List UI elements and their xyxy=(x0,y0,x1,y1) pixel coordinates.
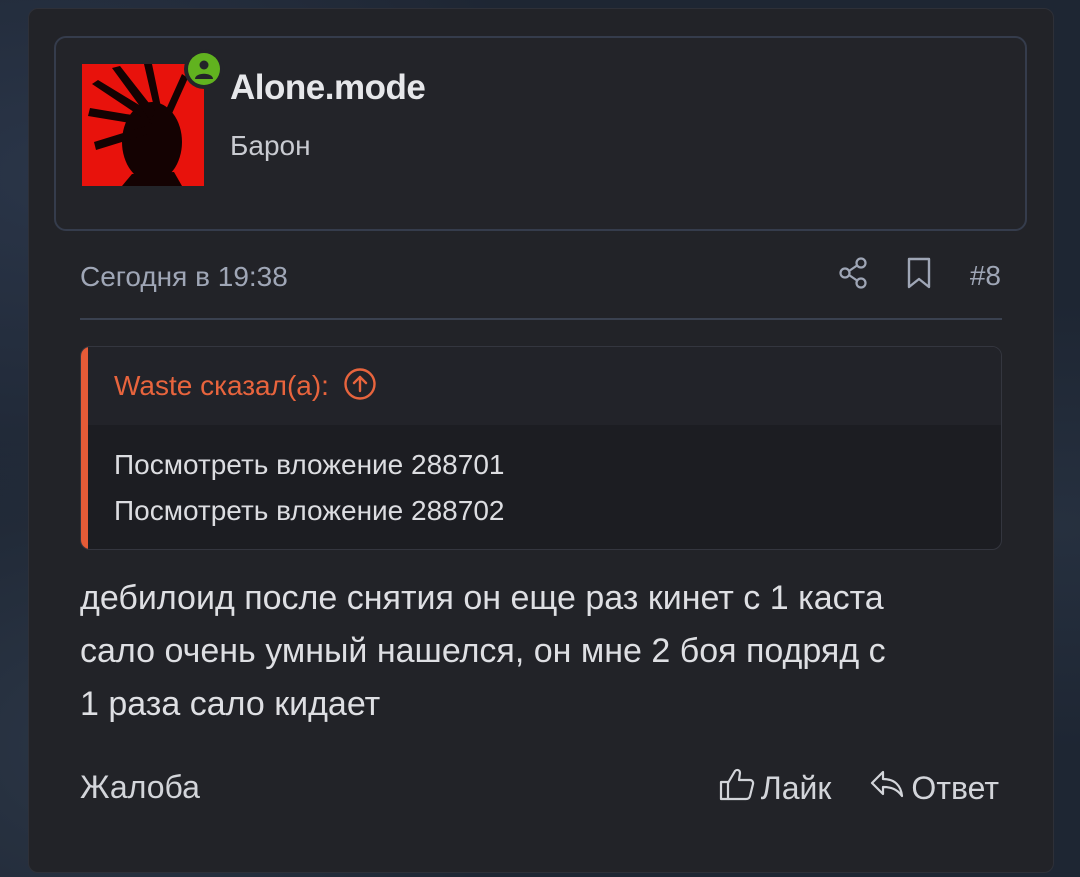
attachment-link[interactable]: Посмотреть вложение 288701 xyxy=(114,442,504,488)
user-card: Alone.mode Барон xyxy=(54,36,1027,231)
message-line: сало очень умный нашелся, он мне 2 боя п… xyxy=(80,632,886,670)
quote-accent-bar xyxy=(81,347,88,549)
message-line: дебилоид после снятия он еще раз кинет с… xyxy=(80,579,884,617)
thumbs-up-icon xyxy=(719,767,755,809)
forum-post: Alone.mode Барон Сегодня в 19:38 #8 Wast… xyxy=(28,8,1054,873)
quote-block: Waste сказал(а): Посмотреть вложение 288… xyxy=(80,346,1002,550)
divider xyxy=(80,318,1002,320)
post-number-link[interactable]: #8 xyxy=(970,260,1001,292)
post-footer-actions: Лайк Ответ xyxy=(719,767,999,809)
username-link[interactable]: Alone.mode xyxy=(230,68,426,108)
quote-body: Посмотреть вложение 288701 Посмотреть вл… xyxy=(114,442,504,534)
reply-button[interactable]: Ответ xyxy=(869,768,999,808)
message-line: 1 раза сало кидает xyxy=(80,685,381,723)
report-link[interactable]: Жалоба xyxy=(80,769,200,806)
reply-icon xyxy=(869,768,905,808)
user-online-icon xyxy=(188,53,220,85)
like-label: Лайк xyxy=(760,769,832,806)
post-date[interactable]: Сегодня в 19:38 xyxy=(80,261,288,293)
post-meta-actions: #8 xyxy=(838,257,1001,294)
share-icon[interactable] xyxy=(838,257,868,294)
avatar[interactable] xyxy=(82,64,204,186)
quote-author-link[interactable]: Waste сказал(а): xyxy=(114,370,329,402)
arrow-up-circle-icon[interactable] xyxy=(343,367,377,406)
bookmark-icon[interactable] xyxy=(906,257,932,294)
user-title: Барон xyxy=(230,130,311,161)
quote-header: Waste сказал(а): xyxy=(88,347,1001,425)
attachment-link[interactable]: Посмотреть вложение 288702 xyxy=(114,488,504,534)
online-indicator xyxy=(184,49,224,89)
reply-label: Ответ xyxy=(911,769,999,806)
post-message: дебилоид после снятия он еще раз кинет с… xyxy=(80,572,1010,731)
like-button[interactable]: Лайк xyxy=(719,767,832,809)
avatar-image xyxy=(82,64,204,186)
